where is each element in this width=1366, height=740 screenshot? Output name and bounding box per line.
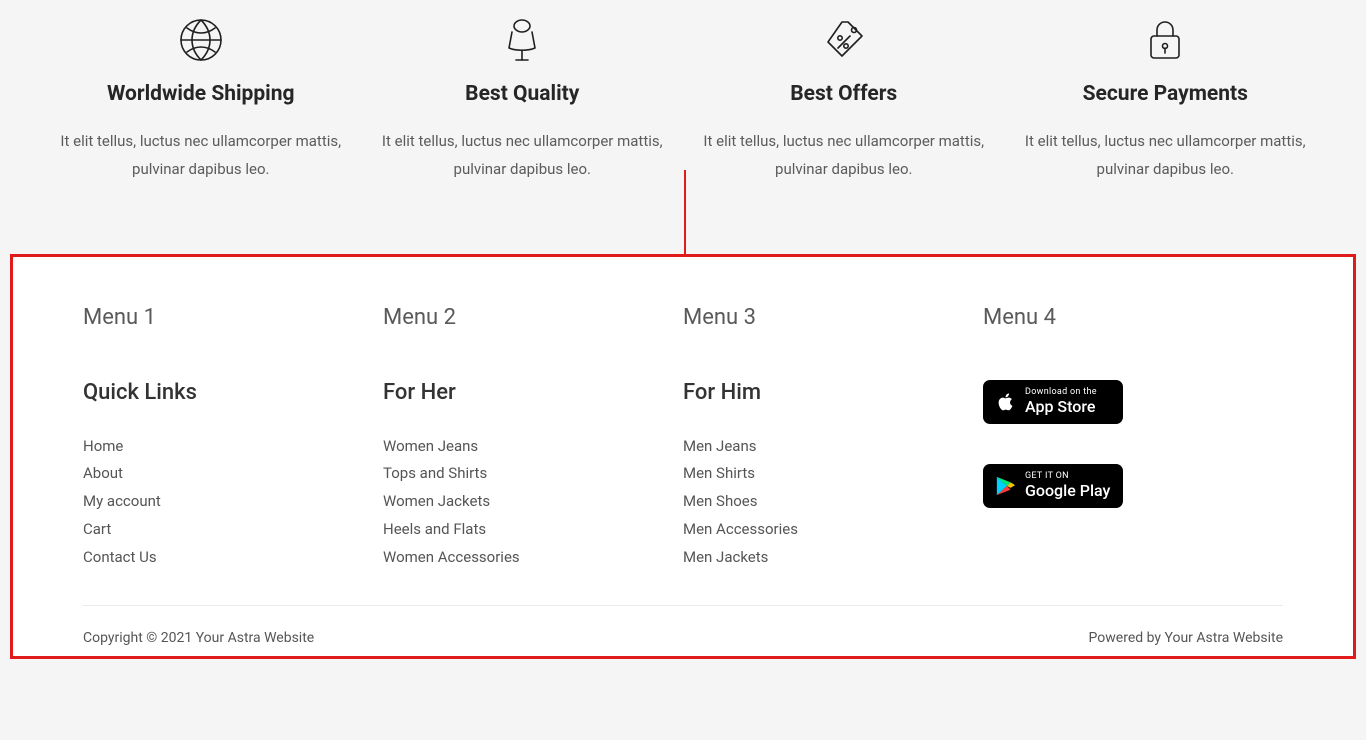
appstore-bottom: App Store: [1025, 399, 1097, 415]
menu-label-1: Menu 1: [83, 305, 363, 330]
footer-link[interactable]: Tops and Shirts: [383, 460, 663, 488]
lock-icon: [1023, 10, 1309, 70]
feature-secure: Secure Payments It elit tellus, luctus n…: [1005, 10, 1327, 184]
col-heading-quick-links: Quick Links: [83, 380, 363, 405]
footer-link[interactable]: Women Jackets: [383, 488, 663, 516]
footer-link[interactable]: Cart: [83, 516, 363, 544]
footer-link[interactable]: Contact Us: [83, 544, 363, 572]
footer-link[interactable]: Women Accessories: [383, 544, 663, 572]
feature-title: Worldwide Shipping: [58, 82, 344, 106]
feature-desc: It elit tellus, luctus nec ullamcorper m…: [380, 128, 666, 184]
footer-link[interactable]: Men Shoes: [683, 488, 963, 516]
footer-col-1: Menu 1 Quick Links Home About My account…: [83, 305, 383, 572]
feature-desc: It elit tellus, luctus nec ullamcorper m…: [1023, 128, 1309, 184]
feature-title: Best Offers: [701, 82, 987, 106]
footer-link[interactable]: Men Shirts: [683, 460, 963, 488]
menu-label-4: Menu 4: [983, 305, 1263, 330]
feature-offers: Best Offers It elit tellus, luctus nec u…: [683, 10, 1005, 184]
footer-link[interactable]: Men Accessories: [683, 516, 963, 544]
footer-bottom-bar: Copyright © 2021 Your Astra Website Powe…: [83, 605, 1283, 656]
powered-by-text: Powered by Your Astra Website: [1089, 630, 1283, 646]
menu-label-3: Menu 3: [683, 305, 963, 330]
playstore-badge[interactable]: GET IT ON Google Play: [983, 464, 1123, 508]
playstore-bottom: Google Play: [1025, 483, 1110, 499]
feature-shipping: Worldwide Shipping It elit tellus, luctu…: [40, 10, 362, 184]
copyright-text: Copyright © 2021 Your Astra Website: [83, 630, 314, 646]
mannequin-icon: [380, 10, 666, 70]
footer-col-3: Menu 3 For Him Men Jeans Men Shirts Men …: [683, 305, 983, 572]
appstore-badge[interactable]: Download on the App Store: [983, 380, 1123, 424]
feature-quality: Best Quality It elit tellus, luctus nec …: [362, 10, 684, 184]
feature-desc: It elit tellus, luctus nec ullamcorper m…: [701, 128, 987, 184]
footer-col-2: Menu 2 For Her Women Jeans Tops and Shir…: [383, 305, 683, 572]
col-heading-for-him: For Him: [683, 380, 963, 405]
footer-col-4: Menu 4 Download on the App Store: [983, 305, 1283, 572]
footer-link[interactable]: About: [83, 460, 363, 488]
features-row: Worldwide Shipping It elit tellus, luctu…: [0, 0, 1366, 254]
footer-link[interactable]: Home: [83, 433, 363, 461]
feature-desc: It elit tellus, luctus nec ullamcorper m…: [58, 128, 344, 184]
footer-link[interactable]: Men Jackets: [683, 544, 963, 572]
footer-link[interactable]: Women Jeans: [383, 433, 663, 461]
footer-link[interactable]: Heels and Flats: [383, 516, 663, 544]
appstore-top: Download on the: [1025, 388, 1097, 397]
globe-icon: [58, 10, 344, 70]
tag-icon: [701, 10, 987, 70]
footer-box: Menu 1 Quick Links Home About My account…: [10, 254, 1356, 660]
footer-link[interactable]: Men Jeans: [683, 433, 963, 461]
col-heading-for-her: For Her: [383, 380, 663, 405]
google-play-icon: [993, 475, 1019, 497]
playstore-top: GET IT ON: [1025, 472, 1110, 481]
apple-icon: [993, 391, 1019, 413]
feature-title: Best Quality: [380, 82, 666, 106]
footer-link[interactable]: My account: [83, 488, 363, 516]
feature-title: Secure Payments: [1023, 82, 1309, 106]
footer-columns: Menu 1 Quick Links Home About My account…: [13, 257, 1353, 606]
menu-label-2: Menu 2: [383, 305, 663, 330]
